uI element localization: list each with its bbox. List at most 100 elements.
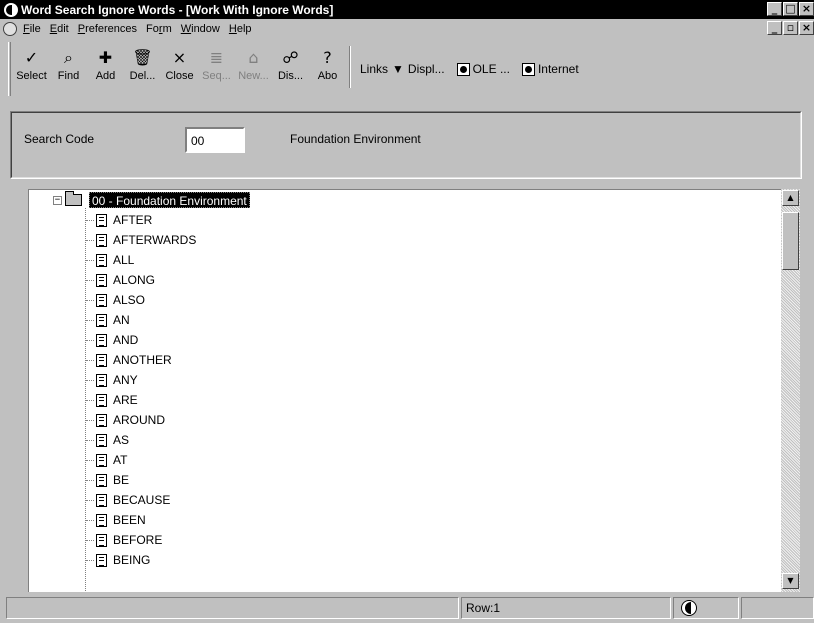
toolbar-button-label: New...: [238, 70, 269, 82]
internet-label: Internet: [537, 62, 579, 76]
ole-button[interactable]: OLE ...: [451, 40, 516, 98]
new-button[interactable]: ⌂ New...: [235, 40, 272, 100]
document-icon: [96, 313, 107, 327]
menu-preferences[interactable]: Preferences: [78, 23, 137, 35]
menu-file[interactable]: File: [23, 23, 41, 35]
tree-root-label[interactable]: 00 - Foundation Environment: [89, 192, 250, 208]
dis-button[interactable]: ☍ Dis...: [272, 40, 309, 100]
tree-item-label: AND: [113, 333, 139, 347]
scroll-up-button[interactable]: ▲: [782, 190, 799, 206]
maximize-button[interactable]: □: [783, 2, 798, 16]
tree-connector: [86, 239, 94, 241]
menu-help[interactable]: Help: [229, 23, 252, 35]
tree-item[interactable]: AROUND: [86, 410, 165, 430]
seq-button[interactable]: ≣ Seq...: [198, 40, 235, 100]
child-restore-button[interactable]: ▫: [783, 21, 798, 35]
toolbar-button-label: Close: [165, 70, 194, 82]
tree-connector: [86, 259, 94, 261]
document-icon: [96, 293, 107, 307]
menu-bar: File Edit Preferences Form Window Help _ ▫ ×: [0, 19, 814, 38]
document-icon: [96, 273, 107, 287]
toolbar-button-label: Abo: [317, 70, 338, 82]
toolbar: ✓ Select ⌕ Find ✚ Add 🗑 Del... × Close ≣ Seq... ⌂ New…: [8, 40, 585, 100]
tree-item[interactable]: ARE: [86, 390, 138, 410]
child-close-button[interactable]: ×: [799, 21, 814, 35]
tree-item-label: ANY: [113, 373, 138, 387]
scroll-thumb[interactable]: [782, 212, 799, 270]
search-code-input[interactable]: 00: [185, 127, 245, 153]
tree-item[interactable]: AFTER: [86, 210, 152, 230]
internet-icon: [521, 62, 535, 76]
tree-item-label: AT: [113, 453, 128, 467]
tree-item[interactable]: AND: [86, 330, 138, 350]
row-indicator: Row:1: [466, 601, 501, 615]
app-icon[interactable]: [4, 2, 18, 17]
find-button[interactable]: ⌕ Find: [50, 40, 87, 100]
tree-item-label: ALONG: [113, 273, 156, 287]
document-icon: [96, 333, 107, 347]
document-icon: [96, 253, 107, 267]
toolbar-button-label: Del...: [129, 70, 156, 82]
document-icon[interactable]: [3, 21, 17, 36]
tree-item[interactable]: AN: [86, 310, 130, 330]
tree-item[interactable]: BE: [86, 470, 129, 490]
ignore-words-tree[interactable]: − 00 - Foundation Environment AFTER AFTER…: [28, 189, 781, 592]
abo-button[interactable]: ? Abo: [309, 40, 346, 100]
links-menu[interactable]: Links ▼ Displ...: [354, 40, 451, 98]
tree-item[interactable]: BEEN: [86, 510, 146, 530]
document-icon: [96, 393, 107, 407]
globe-icon: [681, 600, 697, 616]
tree-item[interactable]: AFTERWARDS: [86, 230, 196, 250]
tree-connector: [86, 559, 94, 561]
window-title: Word Search Ignore Words - [Work With Ig…: [21, 2, 334, 17]
child-minimize-button[interactable]: _: [767, 21, 782, 35]
ole-icon: [456, 62, 470, 76]
tree-item[interactable]: ANOTHER: [86, 350, 172, 370]
close-button[interactable]: × Close: [161, 40, 198, 100]
collapse-icon[interactable]: −: [53, 196, 62, 205]
tree-connector: [86, 299, 94, 301]
minimize-button[interactable]: _: [767, 2, 782, 16]
del-button[interactable]: 🗑 Del...: [124, 40, 161, 100]
document-icon: [96, 513, 107, 527]
toolbar-button-label: Add: [95, 70, 116, 82]
document-icon: [96, 433, 107, 447]
tree-item-label: AN: [113, 313, 130, 327]
status-bar: Row:1: [0, 597, 814, 619]
tree-item-label: AS: [113, 433, 130, 447]
select-button[interactable]: ✓ Select: [13, 40, 50, 100]
close-window-button[interactable]: ×: [799, 2, 814, 16]
tree-item[interactable]: AT: [86, 450, 127, 470]
add-icon: ✚: [98, 48, 113, 67]
document-icon: [96, 553, 107, 567]
document-icon: [96, 373, 107, 387]
tree-item[interactable]: BEFORE: [86, 530, 162, 550]
status-pane-message: [6, 597, 459, 619]
new-icon: ⌂: [248, 48, 259, 67]
add-button[interactable]: ✚ Add: [87, 40, 124, 100]
tree-item[interactable]: ALONG: [86, 270, 155, 290]
ole-label: OLE ...: [472, 62, 510, 76]
tree-item-label: BEFORE: [113, 533, 163, 547]
scroll-down-button[interactable]: ▼: [782, 573, 799, 589]
tree-item-label: ANOTHER: [113, 353, 172, 367]
tree-item[interactable]: AS: [86, 430, 129, 450]
tree-item[interactable]: BECAUSE: [86, 490, 170, 510]
menu-window[interactable]: Window: [181, 23, 220, 35]
tree-item-label: AFTER: [113, 213, 153, 227]
internet-button[interactable]: Internet: [516, 40, 585, 98]
tree-item-label: BE: [113, 473, 130, 487]
close-icon: ×: [172, 48, 187, 67]
sequence-icon: ≣: [209, 48, 224, 67]
tree-connector: [86, 519, 94, 521]
tree-item[interactable]: ALL: [86, 250, 134, 270]
menu-form[interactable]: Form: [146, 23, 172, 35]
tree-item[interactable]: ALSO: [86, 290, 145, 310]
tree-connector: [86, 479, 94, 481]
vertical-scrollbar[interactable]: ▲ ▼: [781, 189, 800, 592]
status-pane-extra: [741, 597, 814, 619]
tree-item[interactable]: BEING: [86, 550, 150, 570]
menu-edit[interactable]: Edit: [50, 23, 69, 35]
search-code-description: Foundation Environment: [290, 132, 421, 146]
tree-item[interactable]: ANY: [86, 370, 138, 390]
